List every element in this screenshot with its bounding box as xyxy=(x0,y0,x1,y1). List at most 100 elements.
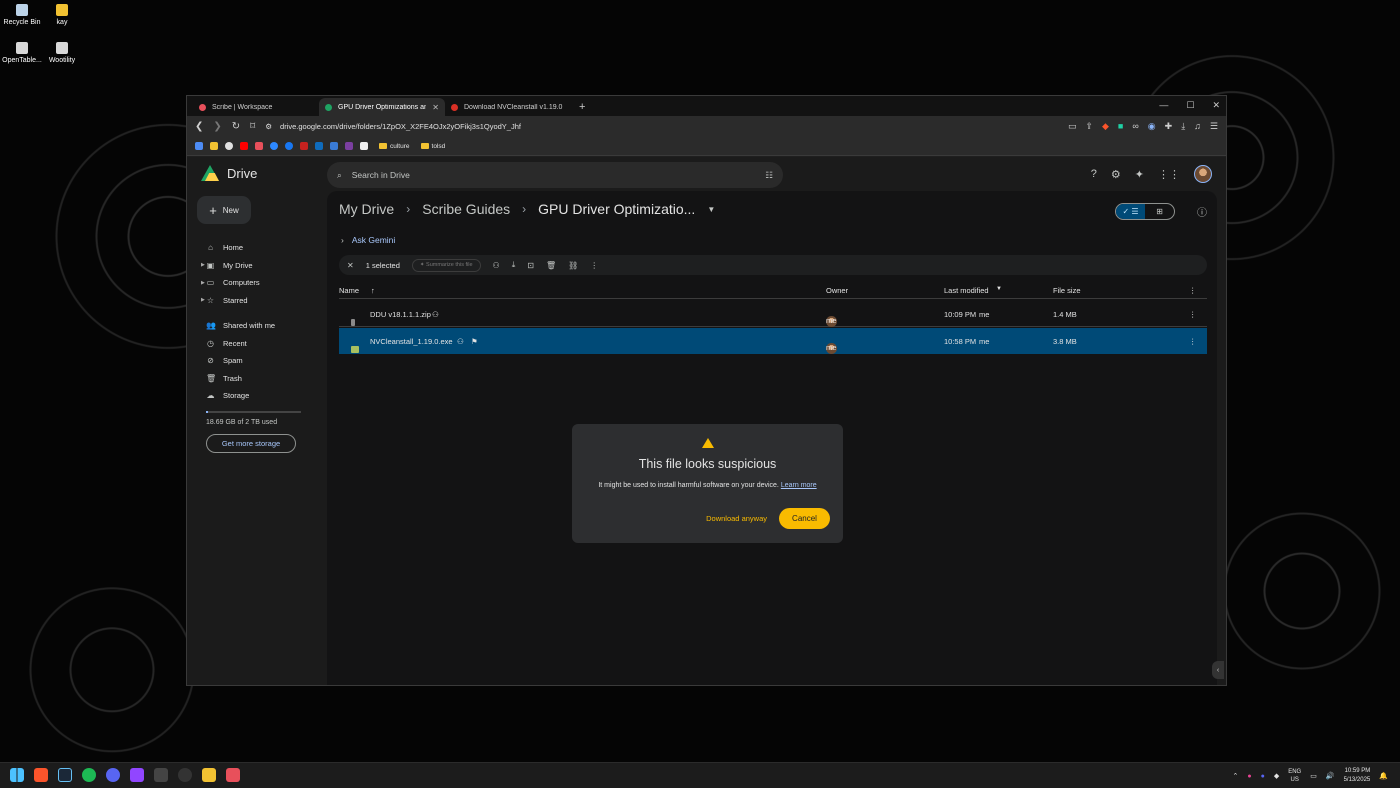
share-person-icon[interactable]: ⚇ xyxy=(493,261,500,270)
sort-down-arrow-icon[interactable]: ▼ xyxy=(996,286,1002,292)
forward-arrow-icon[interactable]: ❯ xyxy=(213,121,221,132)
learn-more-link[interactable]: Learn more xyxy=(781,482,817,489)
tray-app-icon[interactable]: ● xyxy=(1247,773,1251,780)
reload-icon[interactable]: ↻ xyxy=(232,121,240,132)
tab-drive-folder[interactable]: GPU Driver Optimizations and ✕ xyxy=(319,98,445,116)
sidebar-item-storage[interactable]: ☁ Storage xyxy=(187,387,317,405)
close-window-icon[interactable]: ✕ xyxy=(1212,100,1220,111)
summarize-button[interactable]: ✦ Summarize this file xyxy=(411,258,481,272)
extension-icon[interactable]: ■ xyxy=(1118,121,1123,132)
breadcrumb-my-drive[interactable]: My Drive xyxy=(339,201,394,217)
scribe-app-icon[interactable] xyxy=(226,768,240,782)
link-icon[interactable]: ⛓ xyxy=(568,261,578,270)
column-name[interactable]: Name xyxy=(339,286,359,295)
expand-caret-icon[interactable]: ▶ xyxy=(201,262,205,268)
network-icon[interactable]: ▭ xyxy=(1310,772,1317,780)
back-arrow-icon[interactable]: ❮ xyxy=(195,121,203,132)
tab-nvcleanstall[interactable]: Download NVCleanstall v1.19.0 | Te xyxy=(445,98,571,116)
desktop-icon-wootility[interactable]: Wootility xyxy=(40,42,84,64)
sidebar-item-trash[interactable]: 🗑 Trash xyxy=(187,370,317,388)
desktop-icon-kay[interactable]: kay xyxy=(40,4,84,26)
search-bar[interactable]: ⌕ Search in Drive ☷ xyxy=(327,162,783,188)
clear-selection-icon[interactable]: ✕ xyxy=(347,261,354,270)
brave-icon[interactable] xyxy=(34,768,48,782)
bookmark-icon[interactable] xyxy=(330,142,338,150)
extension-icon[interactable]: ◉ xyxy=(1148,121,1156,132)
cast-icon[interactable]: ▭ xyxy=(1068,121,1077,132)
search-options-icon[interactable]: ☷ xyxy=(765,170,773,181)
steam-icon[interactable] xyxy=(58,768,72,782)
menu-icon[interactable]: ☰ xyxy=(1210,121,1218,132)
more-vert-icon[interactable]: ⋮ xyxy=(590,261,598,270)
settings-gear-icon[interactable]: ⚙ xyxy=(1111,168,1121,181)
tab-scribe[interactable]: Scribe | Workspace xyxy=(193,98,319,116)
windows-start-icon[interactable] xyxy=(10,768,24,782)
gemini-sparkle-icon[interactable]: ✦ xyxy=(1135,168,1144,181)
keyboard-app-icon[interactable] xyxy=(154,768,168,782)
new-button[interactable]: + New xyxy=(197,196,251,224)
account-avatar[interactable] xyxy=(1194,165,1212,183)
desktop-icon-opentable[interactable]: OpenTable... xyxy=(0,42,44,64)
sidebar-item-starred[interactable]: ▶ ☆ Starred xyxy=(187,292,317,310)
brave-shield-icon[interactable]: ◆ xyxy=(1102,121,1109,132)
notification-bell-icon[interactable]: 🔔 xyxy=(1379,772,1388,780)
download-icon[interactable]: ⤓ xyxy=(512,260,516,270)
ask-gemini[interactable]: › Ask Gemini xyxy=(341,235,395,245)
sidebar-item-shared[interactable]: 👥 Shared with me xyxy=(187,317,317,335)
download-anyway-button[interactable]: Download anyway xyxy=(704,514,769,523)
grid-view-icon[interactable]: ⊞ xyxy=(1145,204,1174,219)
sidebar-item-my-drive[interactable]: ▶ ▣ My Drive xyxy=(187,257,317,275)
column-owner[interactable]: Owner xyxy=(826,286,848,295)
minimize-icon[interactable]: — xyxy=(1159,100,1168,111)
tab-close-icon[interactable]: ✕ xyxy=(432,103,439,112)
new-tab-plus-icon[interactable]: + xyxy=(571,101,593,116)
desktop-icon-recycle-bin[interactable]: Recycle Bin xyxy=(0,4,44,26)
bookmark-icon[interactable] xyxy=(210,142,218,150)
column-file-size[interactable]: File size xyxy=(1053,286,1081,295)
more-vert-icon[interactable]: ⋮ xyxy=(1189,286,1197,295)
tray-app-icon[interactable]: ◆ xyxy=(1274,772,1279,780)
search-input[interactable]: Search in Drive xyxy=(352,170,756,180)
bookmark-folder-culture[interactable]: culture xyxy=(379,143,410,150)
sidebar-item-spam[interactable]: ⊘ Spam xyxy=(187,352,317,370)
file-explorer-icon[interactable] xyxy=(202,768,216,782)
bookmark-folder-tolsd[interactable]: tolsd xyxy=(420,143,445,150)
help-icon[interactable]: ? xyxy=(1091,168,1097,180)
maximize-icon[interactable]: ☐ xyxy=(1186,100,1194,111)
dropdown-arrow-icon[interactable]: ▼ xyxy=(707,205,715,214)
facebook-icon[interactable] xyxy=(285,142,293,150)
bookmark-icon[interactable] xyxy=(345,142,353,150)
sidebar-item-home[interactable]: ⌂ Home xyxy=(187,239,317,257)
gmail-icon[interactable] xyxy=(300,142,308,150)
more-vert-icon[interactable]: ⋮ xyxy=(1189,310,1197,319)
clock[interactable]: 10:59 PM 5/13/2025 xyxy=(1344,767,1371,785)
tray-app-icon[interactable]: ● xyxy=(1261,773,1265,780)
bookmark-icon[interactable] xyxy=(225,142,233,150)
puzzle-icon[interactable]: ✚ xyxy=(1165,121,1173,132)
more-vert-icon[interactable]: ⋮ xyxy=(1189,337,1197,346)
drive-logo[interactable]: Drive xyxy=(201,165,257,181)
list-view-icon[interactable]: ✓ ☰ xyxy=(1116,204,1145,219)
outlook-icon[interactable] xyxy=(315,142,323,150)
youtube-icon[interactable] xyxy=(240,142,248,150)
bookmark-icon[interactable]: ⌑ xyxy=(250,121,255,132)
notion-icon[interactable] xyxy=(360,142,368,150)
table-row[interactable]: DDU v18.1.1.1.zip ⚇ me 10:09 PM me 1.4 M… xyxy=(339,301,1207,327)
expand-caret-icon[interactable]: ▶ xyxy=(201,297,205,303)
cancel-button[interactable]: Cancel xyxy=(779,508,830,529)
get-more-storage-button[interactable]: Get more storage xyxy=(206,433,296,453)
extension-icon[interactable]: ∞ xyxy=(1132,121,1138,132)
column-last-modified[interactable]: Last modified xyxy=(944,286,989,295)
language-indicator[interactable]: ENG US xyxy=(1288,768,1301,784)
breadcrumb-current-folder[interactable]: GPU Driver Optimizatio... xyxy=(538,201,695,217)
bookmark-icon[interactable] xyxy=(195,142,203,150)
spotify-icon[interactable] xyxy=(82,768,96,782)
share-icon[interactable]: ⇪ xyxy=(1085,121,1093,132)
downloads-icon[interactable]: ⤓ xyxy=(1181,121,1185,132)
sort-up-arrow-icon[interactable]: ↑ xyxy=(371,286,375,295)
address-bar[interactable]: ⚙ drive.google.com/drive/folders/1ZpOX_X… xyxy=(265,119,1058,134)
search-icon[interactable]: ⌕ xyxy=(337,170,342,181)
expand-caret-icon[interactable]: ▶ xyxy=(201,280,205,286)
trash-icon[interactable]: 🗑 xyxy=(546,261,556,270)
twitch-icon[interactable] xyxy=(130,768,144,782)
